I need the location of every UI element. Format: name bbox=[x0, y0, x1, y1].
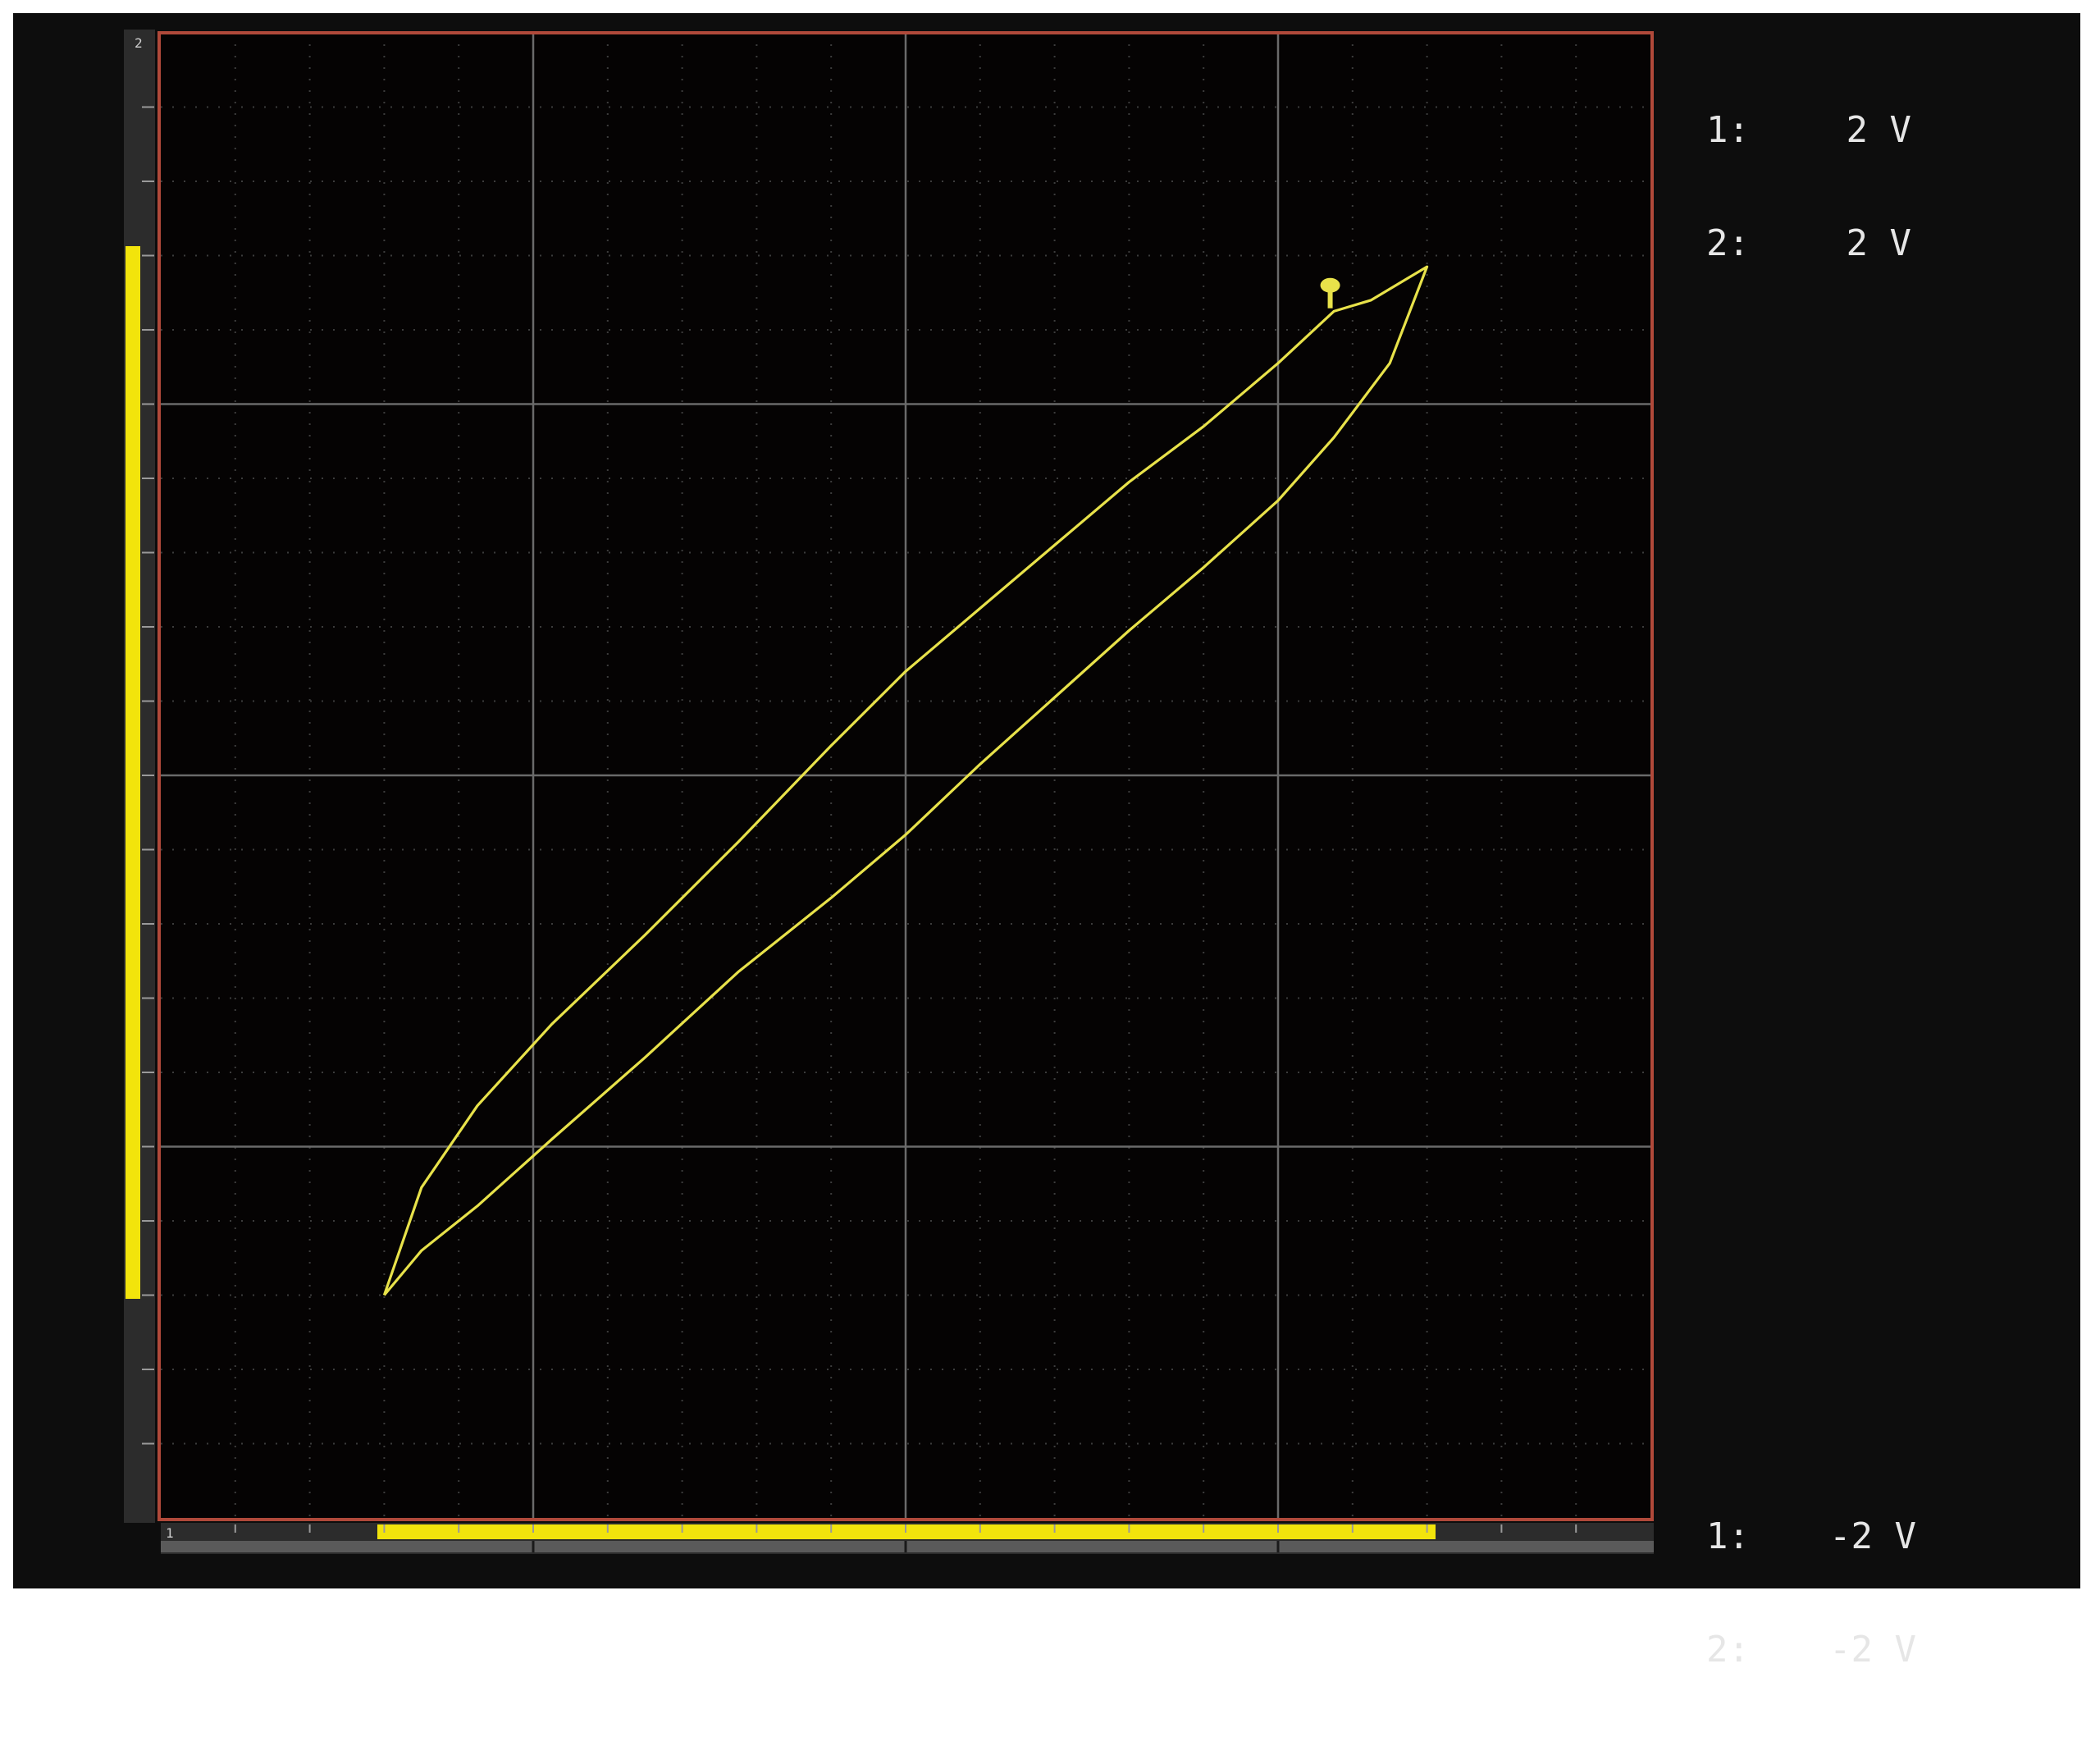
x-indicator-lower-track bbox=[161, 1541, 1654, 1552]
readout-value: 2 V bbox=[1846, 222, 1911, 264]
oscilloscope-screen: 2 1 1: 2 V 2: 2 V 1: -2 V 2: -2 V bbox=[13, 13, 2080, 1669]
y-indicator-range-bar bbox=[126, 246, 140, 1299]
readout-channel: 1: bbox=[1706, 109, 1750, 151]
readout-row: 1: 2 V bbox=[1706, 112, 1911, 149]
readout-channel: 2: bbox=[1706, 1629, 1750, 1671]
scale-readout-bottom: 1: -2 V 2: -2 V bbox=[1706, 1442, 1916, 1744]
y-axis-position-indicator[interactable]: 2 bbox=[124, 30, 155, 1523]
x-indicator-label: 1 bbox=[166, 1525, 174, 1541]
readout-value: -2 V bbox=[1829, 1515, 1916, 1557]
readout-channel: 1: bbox=[1706, 1515, 1750, 1557]
y-indicator-label: 2 bbox=[135, 35, 143, 51]
readout-row: 1: -2 V bbox=[1706, 1515, 1916, 1557]
scale-readout-top: 1: 2 V 2: 2 V bbox=[1706, 36, 1911, 338]
readout-row: 2: -2 V bbox=[1706, 1629, 1916, 1671]
readout-channel: 2: bbox=[1706, 222, 1750, 264]
readout-value: 2 V bbox=[1846, 109, 1911, 151]
readout-row: 2: 2 V bbox=[1706, 225, 1911, 263]
x-axis-position-indicator[interactable]: 1 bbox=[161, 1523, 1654, 1554]
readout-value: -2 V bbox=[1829, 1629, 1916, 1671]
